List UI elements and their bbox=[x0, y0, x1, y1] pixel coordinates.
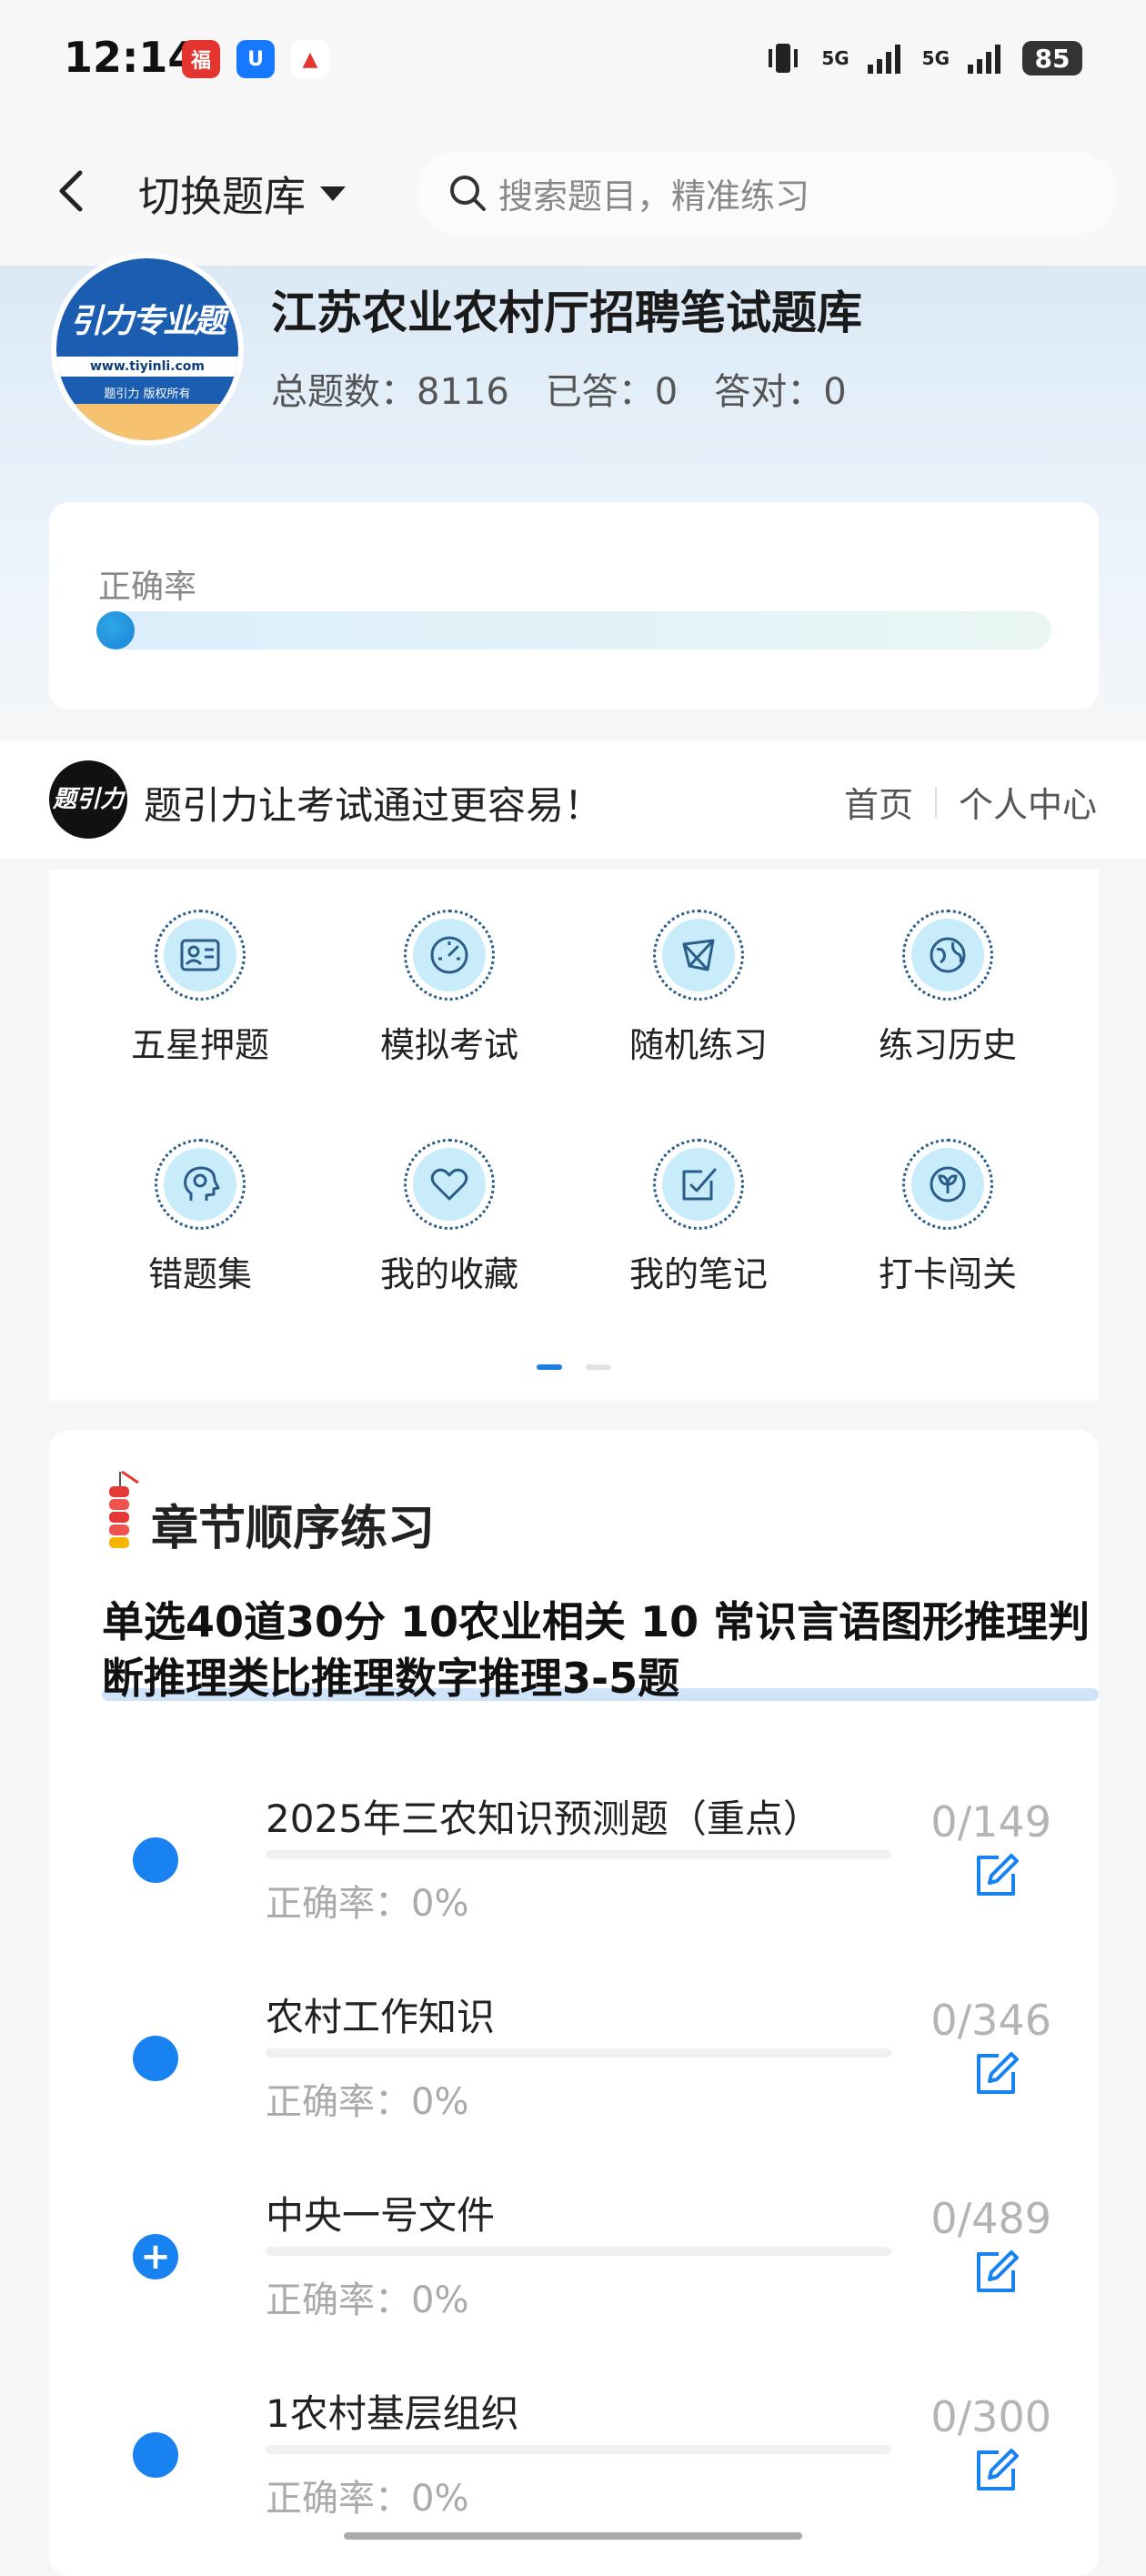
chapter-dot-icon[interactable] bbox=[133, 1837, 178, 1883]
back-arrow-icon[interactable] bbox=[51, 164, 95, 218]
home-link[interactable]: 首页 bbox=[844, 777, 913, 827]
chapter-row[interactable]: 1农村基层组织 正确率：0% 0/300 bbox=[0, 2356, 1146, 2554]
id-card-icon bbox=[155, 910, 246, 1001]
function-practice-history[interactable]: 练习历史 bbox=[829, 910, 1066, 1092]
accuracy-card bbox=[49, 502, 1099, 709]
chapter-count: 0/300 bbox=[930, 2392, 1051, 2441]
signal-icon bbox=[968, 45, 1000, 74]
chapter-description: 单选40道30分 10农业相关 10 常识言语图形推理判断推理类比推理数字推理3… bbox=[102, 1597, 1091, 1703]
bank-title: 江苏农业农村厅招聘笔试题库 bbox=[271, 287, 862, 339]
logo-url: www.tiyinli.com bbox=[56, 357, 238, 377]
chapter-row[interactable]: 农村工作知识 正确率：0% 0/346 bbox=[0, 1959, 1146, 2158]
chapter-row[interactable]: + 中央一号文件 正确率：0% 0/489 bbox=[0, 2158, 1146, 2356]
edit-icon[interactable] bbox=[971, 2048, 1022, 2099]
switch-bank-label: 切换题库 bbox=[138, 172, 306, 221]
home-indicator[interactable] bbox=[344, 2532, 802, 2540]
sprout-icon bbox=[902, 1139, 993, 1230]
bank-stats: 总题数：8116 已答：0 答对：0 bbox=[271, 362, 847, 415]
personal-center-link[interactable]: 个人中心 bbox=[959, 777, 1097, 827]
accuracy-label: 正确率 bbox=[98, 569, 197, 606]
chapter-accuracy: 正确率：0% bbox=[266, 2478, 469, 2520]
status-time: 12:14 bbox=[64, 33, 197, 82]
chapter-count: 0/346 bbox=[930, 1996, 1051, 2045]
chapter-progress-bar bbox=[266, 1850, 891, 1859]
app-notification-icon: U bbox=[236, 40, 275, 78]
function-label: 随机练习 bbox=[628, 1025, 768, 1065]
banner-slogan: 题引力让考试通过更容易！ bbox=[144, 783, 603, 828]
chapter-dot-icon[interactable] bbox=[133, 2432, 178, 2478]
page-indicator-active bbox=[537, 1364, 562, 1370]
chapter-accuracy: 正确率：0% bbox=[266, 2279, 469, 2321]
function-label: 模拟考试 bbox=[379, 1025, 518, 1065]
total-count: 总题数：8116 bbox=[271, 371, 509, 413]
search-icon bbox=[450, 176, 486, 211]
banner-links: 首页 个人中心 bbox=[844, 777, 1097, 827]
expand-plus-icon[interactable]: + bbox=[133, 2234, 178, 2279]
signal-label: 5G bbox=[921, 47, 950, 69]
app-notification-icon: 福 bbox=[182, 40, 220, 78]
accuracy-progress-knob bbox=[96, 611, 135, 649]
firecracker-icon bbox=[109, 1470, 139, 1548]
chapter-name: 中央一号文件 bbox=[266, 2193, 496, 2238]
chapter-row[interactable]: 2025年三农知识预测题（重点） 正确率：0% 0/149 bbox=[0, 1761, 1146, 1959]
function-label: 练习历史 bbox=[878, 1025, 1017, 1065]
heart-icon bbox=[404, 1139, 495, 1230]
chapter-count: 0/489 bbox=[930, 2194, 1051, 2243]
chapter-name: 农村工作知识 bbox=[266, 1995, 496, 2039]
brand-logo: 题引力 bbox=[49, 760, 127, 839]
chapter-count: 0/149 bbox=[930, 1797, 1051, 1846]
random-icon bbox=[653, 910, 744, 1001]
edit-icon[interactable] bbox=[971, 2247, 1022, 2298]
function-favorites[interactable]: 我的收藏 bbox=[331, 1139, 568, 1321]
chapter-progress-bar bbox=[266, 2445, 891, 2454]
system-icons: 5G 5G 85 bbox=[763, 40, 1082, 76]
correct-count: 答对：0 bbox=[714, 371, 847, 413]
chapter-name: 2025年三农知识预测题（重点） bbox=[266, 1796, 821, 1841]
edit-icon[interactable] bbox=[971, 2445, 1022, 2496]
divider bbox=[934, 786, 937, 818]
brand-logo-text: 题引力 bbox=[52, 786, 124, 813]
function-label: 我的收藏 bbox=[379, 1254, 518, 1294]
answered-count: 已答：0 bbox=[545, 371, 679, 413]
head-icon bbox=[155, 1139, 246, 1230]
function-label: 我的笔记 bbox=[628, 1254, 768, 1294]
function-checkin[interactable]: 打卡闯关 bbox=[829, 1139, 1066, 1321]
accuracy-progress-bar bbox=[98, 611, 1051, 649]
page-indicator bbox=[586, 1364, 611, 1370]
chapter-accuracy: 正确率：0% bbox=[266, 1883, 469, 1925]
function-label: 五星押题 bbox=[130, 1025, 269, 1065]
bank-logo: 引力专业题 www.tiyinli.com 题引力 版权所有 bbox=[51, 253, 244, 446]
switch-bank-button[interactable]: 切换题库 bbox=[138, 164, 347, 224]
signal-icon bbox=[867, 45, 900, 74]
function-mock-exam[interactable]: 模拟考试 bbox=[331, 910, 568, 1092]
chapter-accuracy: 正确率：0% bbox=[266, 2081, 469, 2123]
function-label: 打卡闯关 bbox=[878, 1254, 1017, 1294]
chapter-dot-icon[interactable] bbox=[133, 2036, 178, 2081]
search-input[interactable]: 搜索题目，精准练习 bbox=[417, 151, 1117, 235]
logo-band bbox=[56, 404, 238, 440]
edit-icon[interactable] bbox=[971, 1850, 1022, 1901]
signal-label: 5G bbox=[821, 47, 849, 69]
function-label: 错题集 bbox=[147, 1254, 252, 1294]
chapter-progress-bar bbox=[266, 2247, 891, 2256]
app-notification-icon: ▲ bbox=[291, 40, 329, 78]
logo-copyright: 题引力 版权所有 bbox=[104, 387, 191, 401]
chapter-name: 1农村基层组织 bbox=[266, 2391, 519, 2436]
logo-text: 引力专业题 bbox=[69, 303, 226, 340]
gauge-icon bbox=[404, 910, 495, 1001]
battery-icon: 85 bbox=[1022, 41, 1082, 75]
chapter-progress-bar bbox=[266, 2048, 891, 2058]
note-check-icon bbox=[653, 1139, 744, 1230]
function-random-practice[interactable]: 随机练习 bbox=[580, 910, 817, 1092]
function-wrong-questions[interactable]: 错题集 bbox=[82, 1139, 318, 1321]
chapter-section-title: 章节顺序练习 bbox=[151, 1502, 436, 1556]
search-placeholder: 搜索题目，精准练习 bbox=[498, 176, 810, 216]
notification-icons: 福 U ▲ bbox=[182, 40, 329, 78]
function-five-star[interactable]: 五星押题 bbox=[82, 910, 318, 1092]
function-notes[interactable]: 我的笔记 bbox=[580, 1139, 817, 1321]
caret-down-icon bbox=[320, 186, 346, 201]
vibrate-icon bbox=[769, 44, 799, 73]
globe-icon bbox=[902, 910, 993, 1001]
